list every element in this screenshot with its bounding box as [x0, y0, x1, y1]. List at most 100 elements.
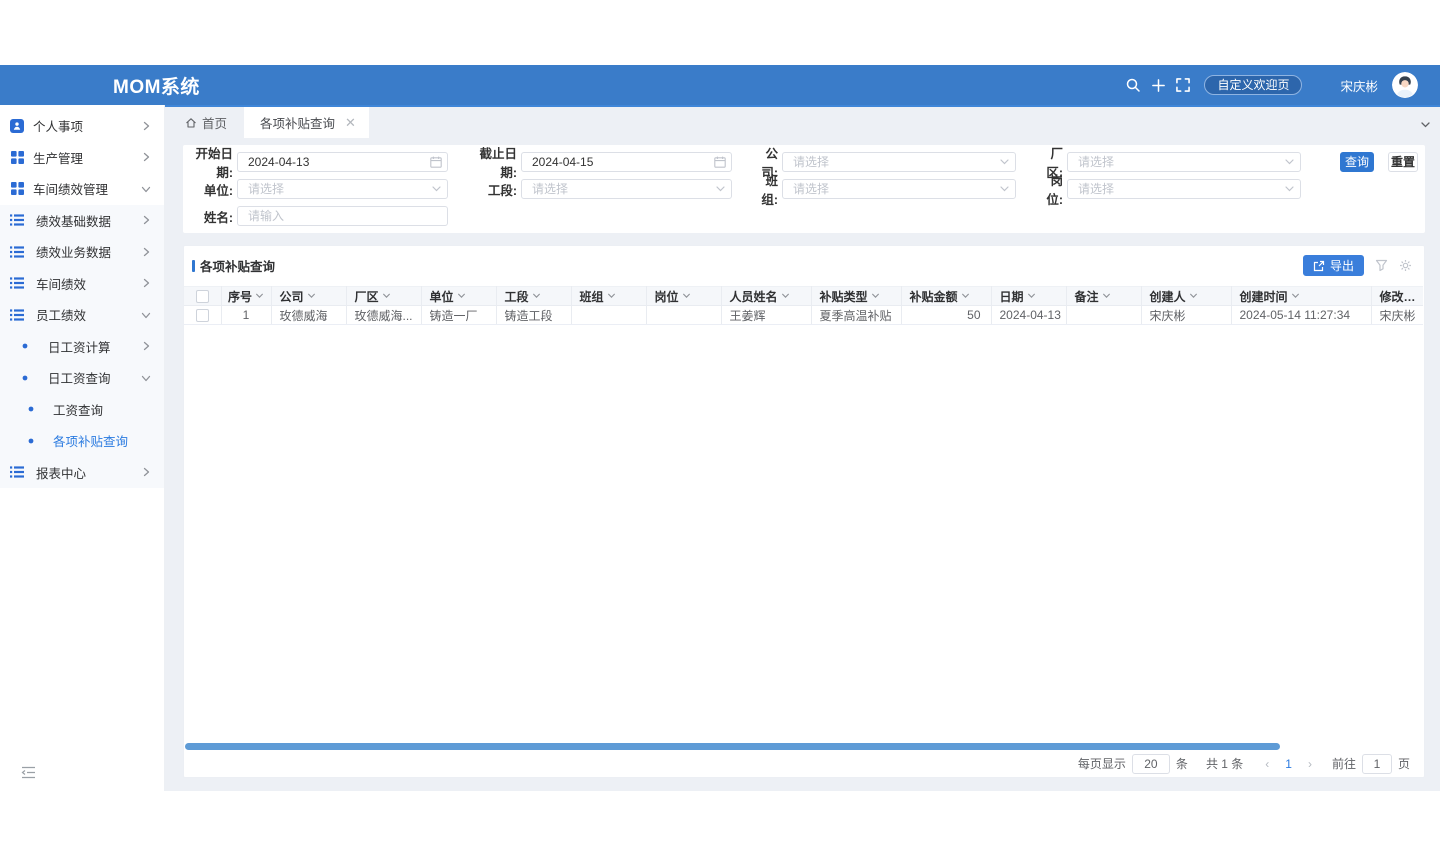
export-button[interactable]: 导出: [1303, 255, 1364, 276]
sort-caret-icon[interactable]: [871, 291, 880, 300]
custom-welcome-button[interactable]: 自定义欢迎页: [1204, 75, 1302, 95]
sidebar-item-perf-base-data[interactable]: 绩效基础数据: [0, 205, 164, 237]
tab-subsidy-query[interactable]: 各项补贴查询 ✕: [244, 107, 369, 138]
column-header-修改人[interactable]: 修改人: [1371, 287, 1423, 306]
prev-page-icon[interactable]: ‹: [1259, 757, 1275, 771]
chevron-right-icon: [141, 247, 151, 257]
list-icon: [10, 214, 24, 226]
cell-创建人: 宋庆彬: [1141, 306, 1231, 325]
end-date-input[interactable]: [521, 152, 732, 172]
sort-caret-icon[interactable]: [1291, 291, 1300, 300]
sort-caret-icon[interactable]: [532, 291, 541, 300]
main-layout: 个人事项生产管理车间绩效管理绩效基础数据绩效业务数据车间绩效员工绩效日工资计算日…: [0, 105, 1440, 791]
column-label: 人员姓名: [730, 290, 778, 304]
column-header-公司[interactable]: 公司: [271, 287, 346, 306]
column-header-厂区[interactable]: 厂区: [346, 287, 421, 306]
sidebar-item-workshop-perf-mgmt[interactable]: 车间绩效管理: [0, 173, 164, 205]
sidebar-item-daily-wage-query[interactable]: 日工资查询: [0, 362, 164, 394]
team-field: [782, 179, 1016, 199]
scrollbar-thumb[interactable]: [185, 743, 1280, 750]
cell-公司: 玫德威海: [271, 306, 346, 325]
column-header-人员姓名[interactable]: 人员姓名: [721, 287, 811, 306]
name-input[interactable]: [237, 206, 448, 226]
tab-home[interactable]: 首页: [165, 107, 244, 138]
chevron-right-icon: [141, 341, 151, 351]
team-input[interactable]: [782, 179, 1016, 199]
column-header-单位[interactable]: 单位: [421, 287, 496, 306]
app-window: MOM系统 自定义欢迎页 宋庆彬 个人事项生产管理车间绩: [0, 65, 1440, 791]
list-icon: [10, 246, 24, 258]
sort-caret-icon[interactable]: [382, 291, 391, 300]
sort-caret-icon[interactable]: [307, 291, 316, 300]
sidebar-item-perf-business-data[interactable]: 绩效业务数据: [0, 236, 164, 268]
sidebar-item-subsidy-query[interactable]: 各项补贴查询: [0, 425, 164, 457]
factory-input[interactable]: [1067, 152, 1301, 172]
sidebar-item-workshop-performance[interactable]: 车间绩效: [0, 268, 164, 300]
unit-label: 单位:: [183, 180, 237, 199]
page-size-input[interactable]: [1132, 754, 1170, 774]
cell-修改人: 宋庆彬: [1371, 306, 1423, 325]
sidebar-item-report-center[interactable]: 报表中心: [0, 457, 164, 489]
column-header-日期[interactable]: 日期: [991, 287, 1066, 306]
current-page[interactable]: 1: [1275, 757, 1302, 771]
sort-caret-icon[interactable]: [682, 291, 691, 300]
sort-caret-icon[interactable]: [961, 291, 970, 300]
section-input[interactable]: [521, 179, 732, 199]
row-checkbox[interactable]: [196, 309, 209, 322]
sidebar-item-daily-wage-calc[interactable]: 日工资计算: [0, 331, 164, 363]
goto-page-input[interactable]: [1362, 754, 1392, 774]
column-header-岗位[interactable]: 岗位: [646, 287, 721, 306]
plus-icon[interactable]: [1147, 74, 1169, 96]
column-header-班组[interactable]: 班组: [571, 287, 646, 306]
sort-caret-icon[interactable]: [457, 291, 466, 300]
username[interactable]: 宋庆彬: [1340, 76, 1378, 95]
column-header-补贴类型[interactable]: 补贴类型: [811, 287, 901, 306]
company-input[interactable]: [782, 152, 1016, 172]
column-header-序号[interactable]: 序号: [221, 287, 271, 306]
sidebar-item-label: 日工资计算: [48, 337, 111, 356]
user-avatar[interactable]: [1392, 72, 1418, 98]
sort-caret-icon[interactable]: [1102, 291, 1111, 300]
filter-buttons: 查询重置: [1340, 152, 1418, 172]
column-header-备注[interactable]: 备注: [1066, 287, 1141, 306]
fullscreen-icon[interactable]: [1172, 74, 1194, 96]
chevron-right-icon: [141, 215, 151, 225]
search-button[interactable]: 查询: [1340, 152, 1374, 172]
start-date-input[interactable]: [237, 152, 448, 172]
reset-button[interactable]: 重置: [1388, 152, 1418, 172]
filter-funnel-icon[interactable]: [1375, 259, 1388, 272]
post-label: 岗位:: [1037, 170, 1067, 208]
column-header-补贴金额[interactable]: 补贴金额: [901, 287, 991, 306]
table-row[interactable]: 1玫德威海玫德威海...铸造一厂铸造工段王姜辉夏季高温补贴502024-04-1…: [184, 306, 1423, 325]
cell-人员姓名: 王姜辉: [721, 306, 811, 325]
sort-caret-icon[interactable]: [255, 291, 264, 300]
post-input[interactable]: [1067, 179, 1301, 199]
post-field: [1067, 179, 1301, 199]
tabs-dropdown-icon[interactable]: [1420, 117, 1431, 135]
start-date-field: [237, 152, 448, 172]
collapse-sidebar-icon[interactable]: [21, 766, 36, 784]
home-icon: [185, 117, 197, 129]
next-page-icon[interactable]: ›: [1302, 757, 1318, 771]
select-all-checkbox[interactable]: [196, 290, 209, 303]
column-header-工段[interactable]: 工段: [496, 287, 571, 306]
sort-caret-icon[interactable]: [1419, 291, 1423, 300]
sidebar-item-label: 员工绩效: [36, 305, 86, 324]
sort-caret-icon[interactable]: [781, 291, 790, 300]
sort-caret-icon[interactable]: [1027, 291, 1036, 300]
title-accent-bar: [192, 260, 195, 272]
sidebar-item-wage-query[interactable]: 工资查询: [0, 394, 164, 426]
sidebar-item-production-management[interactable]: 生产管理: [0, 142, 164, 174]
sidebar-item-personal-affairs[interactable]: 个人事项: [0, 110, 164, 142]
sort-caret-icon[interactable]: [607, 291, 616, 300]
unit-input[interactable]: [237, 179, 448, 199]
search-icon[interactable]: [1122, 74, 1144, 96]
data-table: 序号公司厂区单位工段班组岗位人员姓名 补贴类型补贴金额日期备注创建人创建时间修改人…: [184, 286, 1423, 325]
close-tab-icon[interactable]: ✕: [345, 116, 356, 129]
sort-caret-icon[interactable]: [1189, 291, 1198, 300]
settings-gear-icon[interactable]: [1399, 259, 1412, 272]
export-button-label: 导出: [1330, 257, 1354, 274]
column-header-创建人[interactable]: 创建人: [1141, 287, 1231, 306]
column-header-创建时间[interactable]: 创建时间: [1231, 287, 1371, 306]
sidebar-item-employee-performance[interactable]: 员工绩效: [0, 299, 164, 331]
